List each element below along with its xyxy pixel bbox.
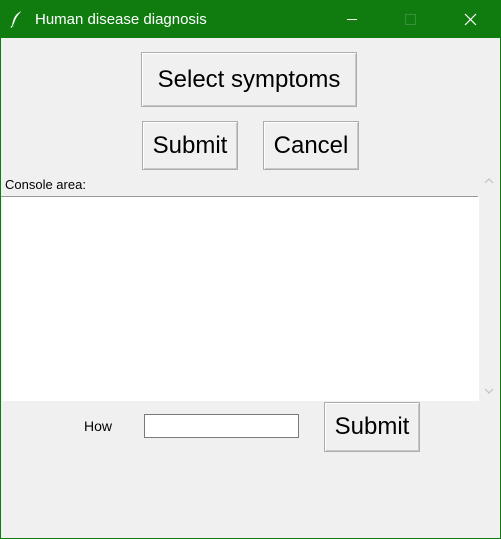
close-icon: [464, 13, 477, 26]
console-textarea[interactable]: [2, 197, 479, 401]
maximize-button[interactable]: [387, 1, 433, 38]
how-label: How: [84, 418, 113, 434]
minimize-button[interactable]: [329, 1, 375, 38]
console-scrollbar[interactable]: [479, 171, 499, 401]
maximize-icon: [405, 14, 416, 25]
select-symptoms-button[interactable]: Select symptoms: [141, 52, 357, 107]
submit-button[interactable]: Submit: [142, 121, 238, 170]
how-submit-button[interactable]: Submit: [324, 402, 420, 452]
title-bar[interactable]: Human disease diagnosis: [1, 1, 501, 38]
close-button[interactable]: [447, 1, 493, 38]
scroll-down-button[interactable]: [479, 381, 499, 401]
cancel-button[interactable]: Cancel: [263, 121, 359, 170]
chevron-up-icon: [484, 178, 494, 184]
window-title: Human disease diagnosis: [35, 11, 207, 28]
console-label: Console area:: [5, 177, 86, 192]
how-input[interactable]: [144, 414, 299, 438]
scroll-up-button[interactable]: [479, 171, 499, 191]
minimize-icon: [347, 19, 357, 20]
chevron-down-icon: [484, 388, 494, 394]
app-window: Human disease diagnosis Select symptoms …: [0, 0, 501, 539]
feather-icon: [10, 10, 23, 28]
